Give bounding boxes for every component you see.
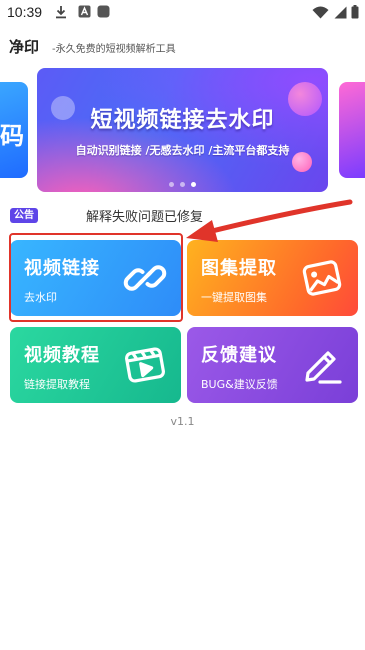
card-title: 图集提取 [201, 258, 277, 279]
highlight-annotation [9, 233, 183, 322]
app-notification-icon [78, 5, 91, 18]
app-title: 净印 [9, 38, 40, 56]
status-bar: 10:39 [0, 0, 365, 26]
previous-banner-card[interactable]: 码 [0, 82, 28, 178]
wifi-icon [312, 6, 329, 19]
battery-icon [351, 5, 359, 19]
signal-icon [334, 6, 347, 19]
banner-main[interactable]: 短视频链接去水印 自动识别链接 /无感去水印 /主流平台都支持 [37, 68, 328, 192]
carousel-dot[interactable] [180, 182, 185, 187]
card-subtitle: 一键提取图集 [201, 291, 267, 304]
image-icon [302, 260, 342, 296]
card-title: 反馈建议 [201, 345, 277, 366]
app-header: 净印 -永久免费的短视频解析工具 [0, 32, 365, 60]
video-play-icon [125, 347, 165, 383]
app-notification-icon-2 [97, 5, 110, 18]
carousel-dot[interactable] [169, 182, 174, 187]
next-banner-card[interactable] [339, 82, 365, 178]
notice-badge: 公告 [10, 208, 38, 223]
arrow-annotation [186, 199, 353, 242]
card-subtitle: BUG&建议反馈 [201, 378, 278, 391]
video-tutorial-card[interactable]: 视频教程 链接提取教程 [10, 327, 181, 403]
card-subtitle: 链接提取教程 [24, 378, 90, 391]
feedback-card[interactable]: 反馈建议 BUG&建议反馈 [187, 327, 358, 403]
card-title: 视频教程 [24, 345, 100, 366]
app-subtitle: -永久免费的短视频解析工具 [52, 44, 176, 55]
banner-carousel[interactable]: 码 短视频链接去水印 自动识别链接 /无感去水印 /主流平台都支持 [0, 68, 365, 192]
banner-title: 短视频链接去水印 [90, 108, 275, 133]
previous-banner-text: 码 [0, 122, 24, 150]
download-icon [56, 6, 66, 19]
status-time: 10:39 [7, 4, 43, 20]
carousel-indicator [37, 172, 328, 191]
gallery-extract-card[interactable]: 图集提取 一键提取图集 [187, 240, 358, 316]
carousel-dot-active[interactable] [191, 182, 196, 187]
pen-icon [305, 351, 342, 384]
banner-subtitle: 自动识别链接 /无感去水印 /主流平台都支持 [75, 144, 290, 157]
app-version: v1.1 [170, 415, 195, 428]
